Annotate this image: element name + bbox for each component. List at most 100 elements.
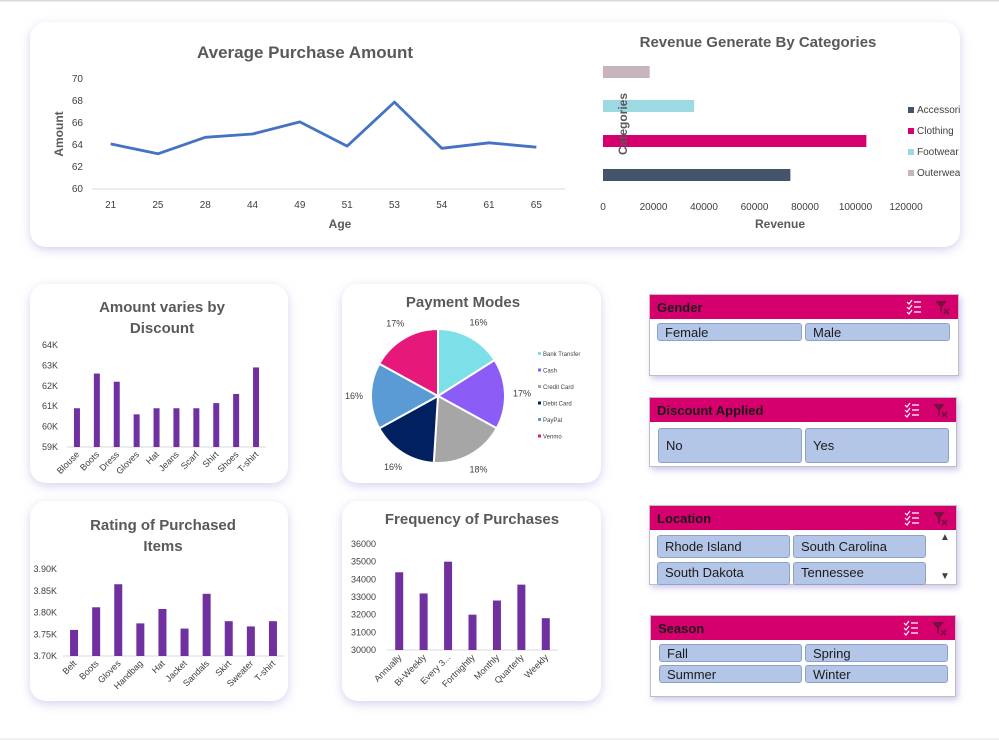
bar-sandals: [202, 593, 211, 656]
discount-slicer: Discount Applied No Yes: [649, 397, 957, 467]
bar-sweater: [246, 626, 255, 656]
y-tick-label: 59K: [42, 442, 58, 452]
y-tick-label: 62: [72, 162, 84, 173]
y-tick-label: 62K: [42, 381, 58, 391]
bar-annually: [395, 572, 404, 650]
bar-blouse: [73, 408, 80, 447]
x-tick-label: 54: [436, 200, 448, 211]
discount-slicer-header: Discount Applied: [650, 398, 956, 422]
x-tick-label: Blouse: [55, 449, 82, 476]
amount-discount-card: Amount varies by Discount 59K 60K 61K 62K 63K 6…: [30, 284, 288, 483]
bar-boots: [93, 373, 100, 447]
multi-select-icon[interactable]: [906, 299, 922, 315]
y-axis-title: Categories: [616, 93, 630, 155]
y-axis-title: Amount: [52, 111, 66, 156]
purchase-frequency-chart: Frequency of Purchases 30000 31000 32000 330…: [351, 511, 559, 689]
top-charts-card: Average Purchase Amount 60 62 64 66 68 70 21 25 2…: [30, 22, 960, 247]
bar-shoes: [233, 393, 240, 447]
location-option-south-dakota[interactable]: South Dakota: [657, 562, 790, 585]
x-tick-label: 25: [152, 200, 164, 211]
x-tick-label: 0: [600, 202, 606, 213]
y-tick-label: 3.90K: [33, 564, 57, 574]
x-tick-label: 61: [483, 200, 495, 211]
x-tick-label: 65: [531, 200, 543, 211]
y-tick-label: 64K: [42, 340, 58, 350]
legend-label: Debit Card: [543, 402, 572, 408]
legend-swatch: [538, 352, 541, 355]
y-tick-label: 60K: [42, 422, 58, 432]
y-tick-label: 31000: [351, 627, 376, 637]
x-tick-label: Hat: [150, 658, 167, 675]
y-tick-label: 66: [72, 118, 84, 129]
x-tick-label: 100000: [839, 202, 873, 213]
bar-weekly: [541, 618, 550, 650]
x-tick-label: 49: [294, 200, 306, 211]
revenue-by-category-chart: Revenue Generate By Categories 0 20000 4000…: [600, 34, 960, 231]
y-tick-label: 32000: [351, 610, 376, 620]
bar-gloves: [114, 584, 123, 656]
y-tick-label: 3.70K: [33, 651, 57, 661]
legend-label: PayPal: [543, 418, 562, 424]
payment-modes-pie-chart: Payment Modes 16% 17% 18% 16% 16% 17% Bank Tran…: [345, 294, 580, 475]
scroll-up-icon[interactable]: ▲: [940, 532, 950, 543]
scroll-down-icon[interactable]: ▼: [940, 571, 950, 582]
legend-swatch: [908, 128, 914, 134]
bar-t-shirt: [253, 367, 260, 447]
legend-swatch: [538, 401, 541, 405]
x-tick-label: Shoes: [215, 449, 240, 474]
season-option-spring[interactable]: Spring: [805, 644, 948, 662]
y-tick-label: 70: [72, 74, 84, 85]
season-option-fall[interactable]: Fall: [659, 644, 802, 662]
gender-slicer-title: Gender: [657, 299, 703, 315]
multi-select-icon[interactable]: [904, 510, 920, 526]
x-tick-label: 51: [342, 200, 354, 211]
season-option-summer[interactable]: Summer: [659, 665, 802, 683]
bar-monthly: [492, 600, 501, 650]
gender-option-male[interactable]: Male: [805, 323, 950, 341]
gender-slicer-header: Gender: [650, 295, 958, 319]
y-tick-label: 3.80K: [33, 608, 57, 618]
clear-filter-icon[interactable]: [932, 402, 948, 418]
data-label: 18%: [469, 465, 487, 475]
location-option-rhode-island[interactable]: Rhode Island: [657, 535, 790, 558]
bar-hat: [158, 609, 167, 656]
multi-select-icon[interactable]: [903, 620, 919, 636]
y-tick-label: 3.85K: [33, 586, 57, 596]
legend-swatch: [538, 385, 541, 388]
location-option-south-carolina[interactable]: South Carolina: [793, 535, 926, 558]
bar-t-shirt: [268, 621, 277, 656]
average-purchase-line-chart: Average Purchase Amount 60 62 64 66 68 70 21 25 2…: [52, 43, 565, 231]
bar-belt: [70, 629, 79, 656]
x-axis-title: Age: [329, 217, 352, 231]
legend-label: Outerwear: [917, 168, 960, 179]
y-tick-label: 64: [72, 140, 84, 151]
bar-hat: [153, 408, 160, 447]
legend-swatch: [908, 149, 914, 155]
location-option-tennessee[interactable]: Tennessee: [793, 562, 926, 585]
gender-option-female[interactable]: Female: [657, 323, 802, 341]
clear-filter-icon[interactable]: [934, 299, 950, 315]
discount-option-yes[interactable]: Yes: [805, 428, 949, 463]
location-scrollbar[interactable]: ▲ ▼: [936, 532, 954, 582]
rating-items-card: Rating of Purchased Items 3.70K 3.75K 3.80K 3…: [30, 501, 288, 701]
bar-outerwear: [603, 66, 650, 78]
legend-swatch: [538, 434, 541, 438]
legend-label: Cash: [543, 369, 557, 375]
x-tick-label: 40000: [690, 202, 718, 213]
multi-select-icon[interactable]: [904, 402, 920, 418]
y-tick-label: 30000: [351, 645, 376, 655]
discount-option-no[interactable]: No: [658, 428, 802, 463]
season-option-winter[interactable]: Winter: [805, 665, 948, 683]
bar-gloves: [133, 414, 140, 447]
legend-swatch: [908, 170, 914, 176]
discount-slicer-title: Discount Applied: [657, 402, 764, 418]
x-tick-label: 80000: [791, 202, 819, 213]
bar-quarterly: [517, 584, 526, 650]
y-tick-label: 36000: [351, 539, 376, 549]
location-slicer-header: Location: [650, 506, 956, 530]
legend-label: Venmo: [543, 435, 562, 441]
clear-filter-icon[interactable]: [932, 510, 948, 526]
clear-filter-icon[interactable]: [931, 620, 947, 636]
y-tick-label: 35000: [351, 557, 376, 567]
payment-modes-card: Payment Modes 16% 17% 18% 16% 16% 17% Bank Tran…: [342, 284, 601, 483]
